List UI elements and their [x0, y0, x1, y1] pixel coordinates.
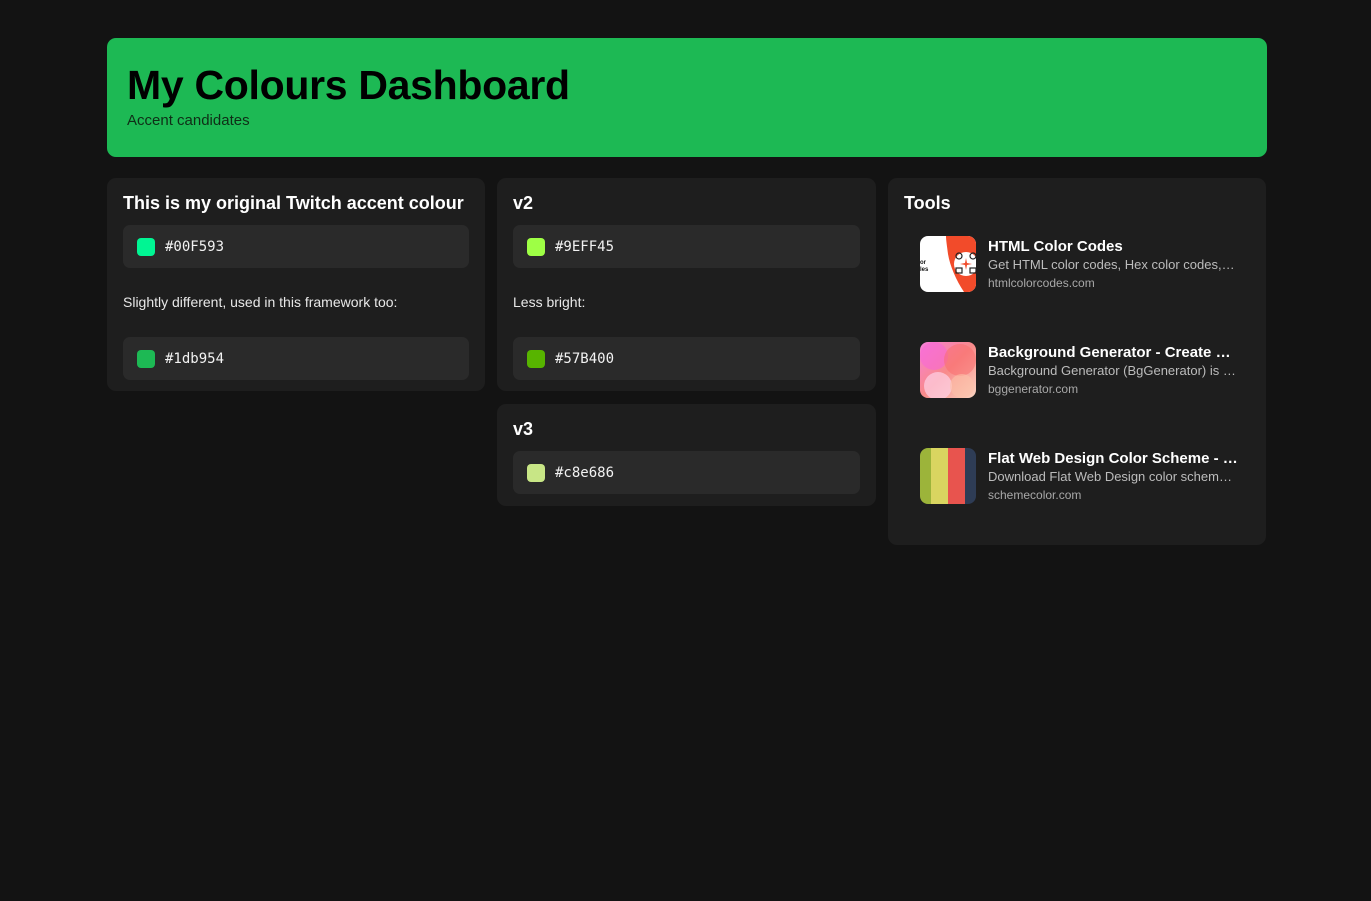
- hex-code: #57B400: [555, 350, 615, 367]
- tool-domain: schemecolor.com: [988, 487, 1082, 502]
- card-title: Tools: [904, 193, 951, 213]
- color-chip: [137, 349, 155, 368]
- color-chip: [527, 463, 545, 482]
- tool-link-bggenerator[interactable]: Background Generator - Create beautiful …: [920, 342, 1250, 398]
- card-note: Slightly different, used in this framewo…: [123, 294, 398, 310]
- card-title: v2: [513, 193, 534, 213]
- tool-title: Background Generator - Create beautiful …: [988, 343, 1238, 361]
- htmlcolorcodes-thumbnail: or les: [920, 236, 976, 292]
- tool-description: Get HTML color codes, Hex color codes, R…: [988, 256, 1238, 272]
- tool-title: HTML Color Codes: [988, 237, 1123, 255]
- tool-title: Flat Web Design Color Scheme - Palette: [988, 449, 1238, 467]
- card-original-accent: This is my original Twitch accent colour…: [107, 178, 485, 391]
- swatch-row[interactable]: #c8e686: [513, 451, 860, 494]
- color-chip: [527, 237, 545, 256]
- card-v2: v2 #9EFF45 Less bright: #57B400: [497, 178, 876, 391]
- hex-code: #9EFF45: [555, 238, 615, 255]
- bggenerator-thumbnail: [920, 342, 976, 398]
- hex-code: #1db954: [165, 350, 225, 367]
- swatch-row[interactable]: #00F593: [123, 225, 469, 268]
- card-title: v3: [513, 419, 534, 439]
- color-chip: [137, 237, 155, 256]
- tool-link-htmlcolorcodes[interactable]: or les HTML Color Codes Get HTML color c…: [920, 236, 1250, 292]
- card-v3: v3 #c8e686: [497, 404, 876, 506]
- card-title: This is my original Twitch accent colour: [123, 193, 464, 213]
- hex-code: #c8e686: [555, 464, 615, 481]
- dashboard-header: My Colours Dashboard Accent candidates: [107, 38, 1267, 157]
- tool-domain: bggenerator.com: [988, 381, 1079, 396]
- hex-code: #00F593: [165, 238, 225, 255]
- color-chip: [527, 349, 545, 368]
- page-subtitle: Accent candidates: [127, 112, 250, 129]
- tool-link-schemecolor[interactable]: Flat Web Design Color Scheme - Palette D…: [920, 448, 1250, 504]
- svg-text:les: les: [920, 267, 929, 273]
- tool-description: Download Flat Web Design color scheme co…: [988, 468, 1238, 484]
- swatch-row[interactable]: #1db954: [123, 337, 469, 380]
- schemecolor-thumbnail: [920, 448, 976, 504]
- swatch-row[interactable]: #57B400: [513, 337, 860, 380]
- tool-domain: htmlcolorcodes.com: [988, 275, 1095, 290]
- card-note: Less bright:: [513, 294, 586, 310]
- tools-list: or les HTML Color Codes Get HTML color c…: [904, 236, 1250, 504]
- card-tools: Tools or les HTML Color Codes Get HTML c…: [888, 178, 1266, 545]
- page-title: My Colours Dashboard: [127, 62, 570, 108]
- svg-text:or: or: [920, 260, 927, 266]
- swatch-row[interactable]: #9EFF45: [513, 225, 860, 268]
- tool-description: Background Generator (BgGenerator) is a …: [988, 362, 1238, 378]
